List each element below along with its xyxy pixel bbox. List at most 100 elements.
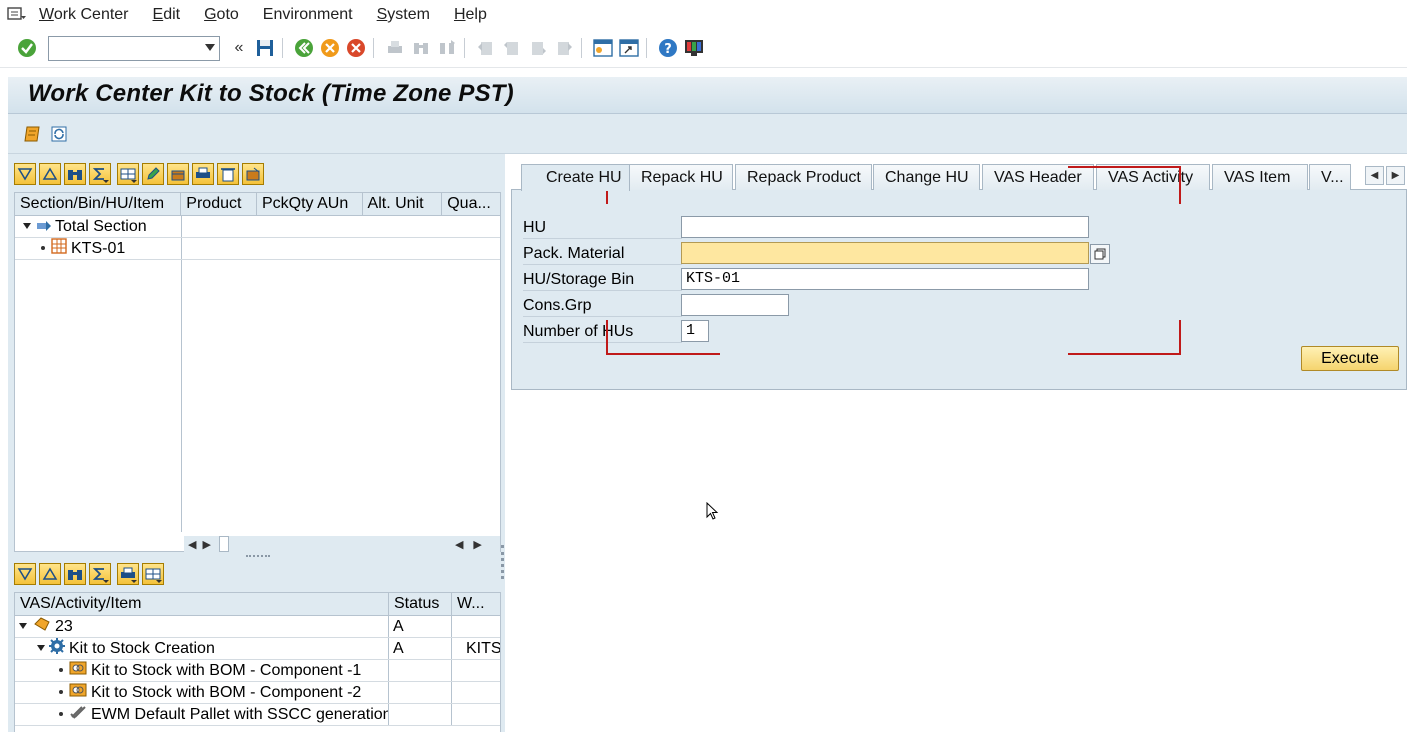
find-icon[interactable] — [64, 163, 86, 185]
tree-row[interactable]: 23 A — [15, 616, 500, 638]
expand-caret-icon[interactable] — [37, 645, 45, 652]
layout-icon[interactable] — [117, 163, 139, 185]
value-help-icon[interactable] — [1090, 244, 1110, 264]
print-icon — [384, 37, 406, 59]
column-header[interactable]: PckQty AUn — [257, 193, 363, 215]
collapse-icon[interactable]: « — [228, 37, 250, 59]
scroll-left-icon[interactable]: ◀ — [188, 538, 196, 551]
menu-environment[interactable]: Environment — [263, 6, 353, 24]
save-icon[interactable] — [254, 37, 276, 59]
horizontal-splitter[interactable] — [246, 555, 270, 558]
tab-strip: Create HU Repack HU Repack Product Chang… — [521, 164, 1407, 191]
storage-bin-label: HU/Storage Bin — [523, 269, 682, 291]
scroll-right-icon[interactable]: ▶ — [202, 538, 210, 551]
tree-row[interactable]: Total Section — [15, 216, 500, 238]
annotation-mark — [1179, 320, 1181, 355]
column-header[interactable]: W... — [452, 593, 500, 615]
column-header[interactable]: VAS/Activity/Item — [15, 593, 389, 615]
scroll-icon[interactable] — [22, 123, 44, 145]
expand-all-icon[interactable] — [14, 163, 36, 185]
delete-icon[interactable] — [217, 163, 239, 185]
menu-help[interactable]: Help — [454, 6, 487, 24]
hu-tree-grid: Section/Bin/HU/Item Product PckQty AUn A… — [14, 192, 501, 552]
tree-row[interactable]: Kit to Stock with BOM - Component -2 — [15, 682, 500, 704]
pack-material-label: Pack. Material — [523, 243, 682, 265]
pack-icon[interactable] — [167, 163, 189, 185]
cons-grp-input[interactable] — [681, 294, 789, 316]
tab-repack-hu[interactable]: Repack HU — [629, 164, 733, 190]
component-icon — [69, 682, 87, 703]
tab-change-hu[interactable]: Change HU — [873, 164, 980, 190]
edit-icon[interactable] — [142, 163, 164, 185]
collapse-all-icon[interactable] — [39, 563, 61, 585]
vertical-splitter[interactable] — [501, 545, 504, 579]
application-toolbar — [8, 114, 1407, 154]
refresh-icon[interactable] — [48, 123, 70, 145]
expand-all-icon[interactable] — [14, 563, 36, 585]
tree-row[interactable]: EWM Default Pallet with SSCC generation — [15, 704, 500, 726]
find-next-icon — [436, 37, 458, 59]
tree-row[interactable]: Kit to Stock Creation A KITS — [15, 638, 500, 660]
menu-edit[interactable]: Edit — [153, 6, 181, 24]
collapse-all-icon[interactable] — [39, 163, 61, 185]
tab-create-hu[interactable]: Create HU — [521, 164, 630, 191]
column-header[interactable]: Product — [181, 193, 257, 215]
layout-icon[interactable] — [683, 37, 705, 59]
menu-goto[interactable]: Goto — [204, 6, 239, 24]
cancel-icon[interactable] — [345, 37, 367, 59]
shortcut-icon[interactable] — [618, 37, 640, 59]
scroll-right-icon[interactable]: ▶ — [473, 538, 481, 551]
command-field[interactable] — [48, 35, 220, 61]
menu-bar: Work Center Edit Goto Environment System… — [0, 0, 1407, 29]
system-menu-icon[interactable] — [7, 6, 29, 24]
column-header[interactable]: Section/Bin/HU/Item — [15, 193, 182, 215]
tab-vas-item[interactable]: VAS Item — [1212, 164, 1308, 190]
help-icon[interactable]: ? — [657, 37, 679, 59]
print-icon[interactable] — [192, 163, 214, 185]
tree-toolbar — [14, 162, 267, 186]
menu-system[interactable]: System — [377, 6, 430, 24]
tree-row[interactable]: Kit to Stock with BOM - Component -1 — [15, 660, 500, 682]
activity-icon — [49, 638, 65, 659]
new-session-icon[interactable] — [592, 37, 614, 59]
annotation-mark — [1179, 166, 1181, 204]
tab-repack-product[interactable]: Repack Product — [735, 164, 872, 190]
chevron-down-icon[interactable] — [205, 43, 215, 51]
execute-button[interactable]: Execute — [1301, 346, 1399, 371]
scroll-thumb[interactable] — [218, 536, 229, 552]
column-header[interactable]: Status — [389, 593, 452, 615]
layout-icon[interactable] — [142, 563, 164, 585]
exit-icon[interactable] — [319, 37, 341, 59]
enter-icon[interactable] — [16, 37, 38, 59]
storage-bin-input[interactable]: KTS-01 — [681, 268, 1089, 290]
back-icon[interactable] — [293, 37, 315, 59]
vas-toolbar — [14, 562, 167, 586]
tree-row[interactable]: KTS-01 — [15, 238, 500, 260]
tab-scroll-left-icon[interactable]: ◀ — [1365, 166, 1384, 185]
first-page-icon — [475, 37, 497, 59]
sum-icon[interactable] — [89, 163, 111, 185]
column-header[interactable]: Qua... — [442, 193, 500, 215]
scroll-left-icon[interactable]: ◀ — [455, 538, 463, 551]
annotation-mark — [1068, 353, 1181, 355]
pack-material-input[interactable] — [681, 242, 1089, 264]
standard-toolbar: « ? — [0, 29, 1407, 68]
sum-icon[interactable] — [89, 563, 111, 585]
cons-grp-label: Cons.Grp — [523, 295, 682, 317]
next-page-icon — [527, 37, 549, 59]
find-icon[interactable] — [64, 563, 86, 585]
menu-work-center[interactable]: Work Center — [39, 6, 129, 24]
tab-more[interactable]: V... — [1309, 164, 1351, 190]
hu-tree-header: Section/Bin/HU/Item Product PckQty AUn A… — [15, 193, 500, 216]
vas-tree-grid: VAS/Activity/Item Status W... 23 A Kit t… — [14, 592, 501, 732]
unpack-icon[interactable] — [242, 163, 264, 185]
num-hus-input[interactable]: 1 — [681, 320, 709, 342]
expand-caret-icon[interactable] — [19, 623, 27, 630]
section-icon — [37, 216, 51, 237]
tab-scroll-right-icon[interactable]: ▶ — [1386, 166, 1405, 185]
hu-input[interactable] — [681, 216, 1089, 238]
horizontal-scrollbar[interactable]: ◀ ▶ ◀ ▶ — [184, 536, 500, 552]
expand-caret-icon[interactable] — [23, 223, 31, 229]
column-header[interactable]: Alt. Unit — [363, 193, 443, 215]
print-icon[interactable] — [117, 563, 139, 585]
